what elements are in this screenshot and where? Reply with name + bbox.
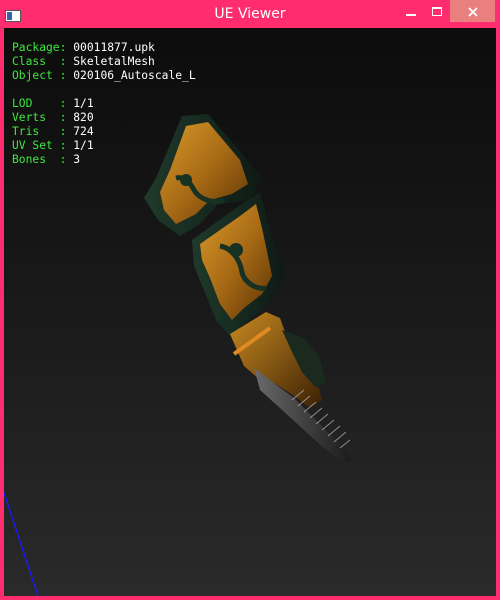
info-label: UV Set : [12,139,67,152]
info-row-verts: Verts : 820 [12,111,196,125]
info-label: Class : [12,55,67,68]
info-value: 020106_Autoscale_L [73,69,196,82]
info-value: 724 [73,125,94,138]
info-label: Verts : [12,111,67,124]
mesh-info-overlay: Package: 00011877.upk Class : SkeletalMe… [12,41,196,167]
info-value: 1/1 [73,139,94,152]
info-row-object: Object : 020106_Autoscale_L [12,69,196,83]
title-bar[interactable]: UE Viewer [0,0,500,28]
3d-viewport[interactable]: Package: 00011877.upk Class : SkeletalMe… [4,28,496,596]
info-label: Tris : [12,125,67,138]
gauntlet-lower [230,312,352,464]
app-window: UE Viewer Package: 00011877.upk Class: … [0,0,500,600]
info-label: Object : [12,69,67,82]
info-value: 1/1 [73,97,94,110]
info-row-tris: Tris : 724 [12,125,196,139]
info-label: LOD : [12,97,67,110]
info-label: Package: [12,41,67,54]
close-button[interactable] [450,0,495,22]
info-row-lod: LOD : 1/1 [12,97,196,111]
info-value: SkeletalMesh [73,55,155,68]
info-value: 820 [73,111,94,124]
minimize-button[interactable] [398,0,424,22]
axis-line [4,492,39,596]
maximize-icon [432,2,442,21]
info-row-uvset: UV Set : 1/1 [12,139,196,153]
close-icon [467,2,478,21]
info-row-bones: Bones : 3 [12,153,196,167]
maximize-button[interactable] [424,0,450,22]
info-value: 3 [73,153,81,166]
info-row-package: Package: 00011877.upk [12,41,196,55]
info-value: 00011877.upk [73,41,155,54]
minimize-icon [406,2,416,21]
info-label: Bones : [12,153,67,166]
info-row-class: Class : SkeletalMesh [12,55,196,69]
